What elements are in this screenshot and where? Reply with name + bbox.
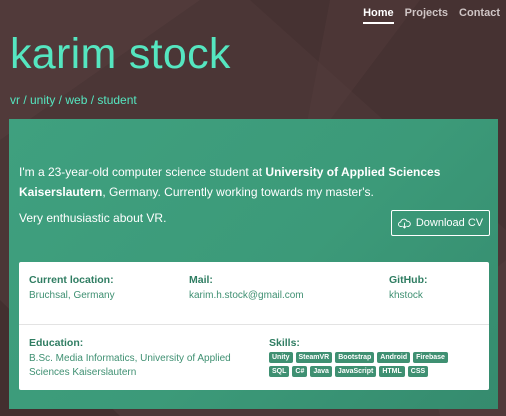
skill-badge: Bootstrap: [335, 352, 375, 363]
github-field: GitHub: khstock: [389, 274, 428, 303]
vr-statement: Very enthusiastic about VR.: [19, 211, 167, 225]
intro-part-2: , Germany. Currently working towards my …: [102, 185, 374, 199]
skills-label: Skills:: [269, 337, 300, 349]
skill-badge: HTML: [379, 366, 405, 377]
skill-badge: JavaScript: [334, 366, 377, 377]
nav-contact-link[interactable]: Contact: [459, 7, 500, 24]
download-cv-button[interactable]: Download CV: [391, 210, 490, 236]
about-card: I'm a 23-year-old computer science stude…: [9, 119, 498, 409]
skill-badge: Firebase: [413, 352, 448, 363]
skill-badge: CSS: [407, 366, 429, 377]
github-link[interactable]: khstock: [389, 289, 428, 303]
education-value: B.Sc. Media Informatics, University of A…: [29, 353, 231, 378]
intro-text: I'm a 23-year-old computer science stude…: [19, 162, 489, 202]
location-field: Current location: Bruchsal, Germany: [29, 274, 115, 303]
intro-part-1: I'm a 23-year-old computer science stude…: [19, 165, 266, 179]
main-nav: Home Projects Contact: [363, 7, 500, 24]
skills-list: Unity SteamVR Bootstrap Android Firebase SQL C…: [269, 352, 469, 377]
skill-badge: C#: [292, 366, 308, 377]
mail-field: Mail: karim.h.stock@gmail.com: [189, 274, 304, 303]
tagline: vr / unity / web / student: [10, 93, 137, 107]
info-panel: Current location: Bruchsal, Germany Mail…: [19, 262, 489, 390]
page-title: karim stock: [10, 30, 231, 78]
download-cv-label: Download CV: [415, 217, 484, 229]
skill-badge: Unity: [269, 352, 293, 363]
location-value: Bruchsal, Germany: [29, 290, 115, 301]
skill-badge: SQL: [269, 366, 290, 377]
mail-label: Mail:: [189, 274, 213, 286]
nav-home-link[interactable]: Home: [363, 7, 394, 24]
skill-badge: Android: [377, 352, 411, 363]
cloud-download-icon: [397, 218, 411, 228]
mail-link[interactable]: karim.h.stock@gmail.com: [189, 289, 304, 303]
nav-projects-link[interactable]: Projects: [405, 7, 448, 24]
education-field: Education: B.Sc. Media Informatics, Univ…: [29, 337, 249, 380]
github-label: GitHub:: [389, 274, 428, 286]
skill-badge: SteamVR: [295, 352, 333, 363]
location-label: Current location:: [29, 274, 114, 286]
info-divider: [19, 324, 489, 325]
skill-badge: Java: [310, 366, 332, 377]
education-label: Education:: [29, 337, 84, 349]
skills-field: Skills: Unity SteamVR Bootstrap Android Fire…: [269, 337, 469, 377]
